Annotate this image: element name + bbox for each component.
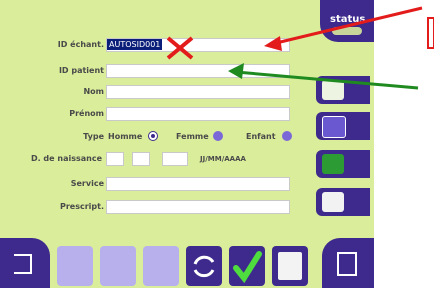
name-label: Nom	[83, 87, 104, 96]
dob-format-hint: JJ/MM/AAAA	[200, 155, 246, 163]
patient-id-field[interactable]	[106, 64, 290, 78]
validate-button[interactable]	[229, 246, 265, 286]
firstname-label: Prénom	[69, 109, 104, 118]
name-field[interactable]	[106, 85, 290, 99]
firstname-row: Prénom	[0, 107, 300, 123]
exit-icon	[14, 254, 32, 274]
help-button[interactable]	[322, 238, 374, 288]
tubes-button[interactable]	[316, 188, 370, 216]
instrument-screen: status ID échant. AUTOSID001 ID patient …	[0, 0, 374, 288]
firstname-field[interactable]	[106, 107, 290, 121]
type-female-radio[interactable]	[213, 131, 223, 141]
type-row: Type Homme Femme Enfant	[0, 130, 300, 146]
type-male-label: Homme	[108, 132, 143, 141]
red-frame-edge	[427, 17, 434, 49]
patient-id-row: ID patient	[0, 64, 300, 80]
refresh-button[interactable]	[186, 246, 222, 286]
service-label: Service	[70, 179, 104, 188]
status-lights-icon	[332, 27, 362, 35]
list-icon	[322, 154, 344, 174]
patient-search-button[interactable]	[316, 76, 370, 104]
sample-id-value: AUTOSID001	[107, 39, 163, 50]
dob-month-field[interactable]	[132, 152, 150, 166]
dob-row: D. de naissance JJ/MM/AAAA	[0, 152, 300, 168]
sample-id-row: ID échant. AUTOSID001	[0, 38, 300, 54]
prescript-label: Prescript.	[59, 202, 104, 211]
type-female-label: Femme	[176, 132, 209, 141]
dob-day-field[interactable]	[106, 152, 124, 166]
type-child-radio[interactable]	[282, 131, 292, 141]
type-label: Type	[83, 132, 104, 141]
prescript-field[interactable]	[106, 200, 290, 214]
status-tab[interactable]: status	[320, 0, 374, 42]
empty-button-2[interactable]	[100, 246, 136, 286]
type-male-radio[interactable]	[148, 131, 158, 141]
list-button[interactable]	[316, 150, 370, 178]
dob-year-field[interactable]	[162, 152, 188, 166]
patient-id-label: ID patient	[58, 66, 104, 75]
empty-button-3[interactable]	[143, 246, 179, 286]
tubes-icon	[322, 192, 344, 212]
curve-button[interactable]	[316, 112, 370, 140]
keypad-icon	[278, 252, 302, 280]
service-row: Service	[0, 177, 300, 193]
dob-label: D. de naissance	[30, 154, 102, 163]
patient-search-icon	[322, 80, 344, 100]
refresh-icon	[193, 255, 215, 278]
status-label: status	[330, 14, 366, 25]
empty-button-1[interactable]	[57, 246, 93, 286]
exit-button[interactable]	[0, 238, 50, 288]
keypad-button[interactable]	[272, 246, 308, 286]
help-icon	[337, 252, 357, 276]
type-child-label: Enfant	[246, 132, 276, 141]
curve-icon	[322, 116, 346, 138]
sample-id-label: ID échant.	[57, 40, 104, 49]
service-field[interactable]	[106, 177, 290, 191]
checkmark-icon	[233, 251, 262, 284]
prescript-row: Prescript.	[0, 200, 300, 216]
name-row: Nom	[0, 85, 300, 101]
